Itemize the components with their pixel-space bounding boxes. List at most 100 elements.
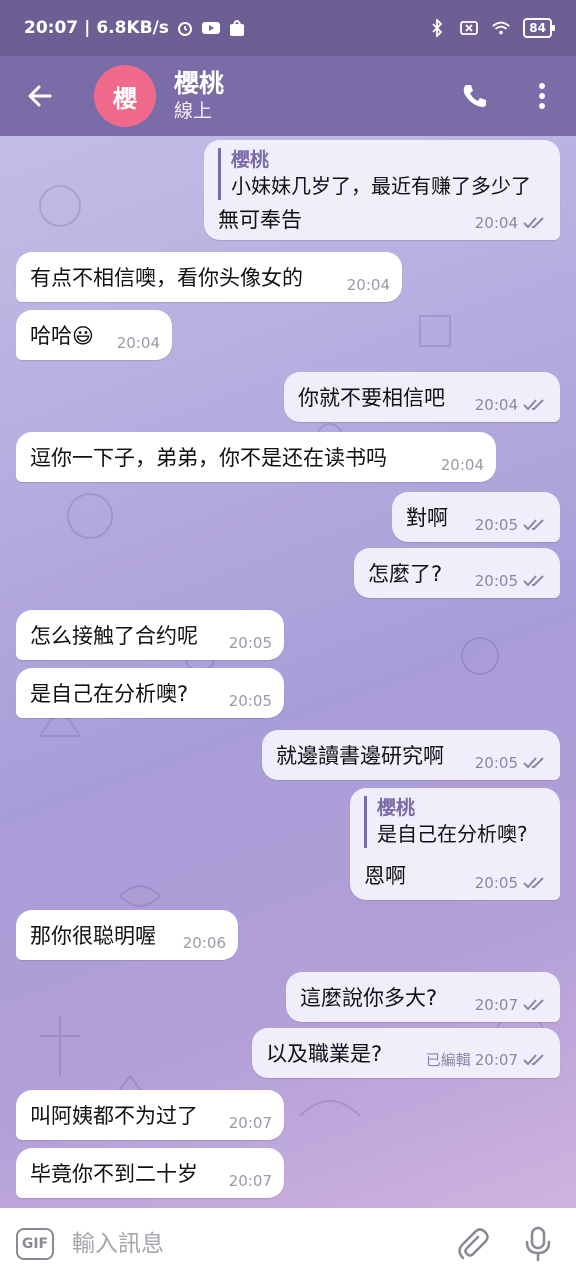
alarm-icon <box>175 19 195 37</box>
message-meta: 20:04 <box>441 456 484 474</box>
composer-bar: GIF <box>0 1208 576 1280</box>
message-meta: 20:06 <box>183 934 226 952</box>
message-bubble-incoming[interactable]: 那你很聪明喔 20:06 <box>16 910 238 960</box>
message-text: 毕竟你不到二十岁 <box>30 1162 198 1186</box>
message-meta: 20:05 <box>475 572 548 590</box>
battery-indicator: 84 <box>523 18 555 38</box>
message-time: 20:04 <box>116 334 160 352</box>
message-bubble-incoming[interactable]: 有点不相信噢，看你头像女的 20:04 <box>16 252 402 302</box>
status-time: 20:07 <box>24 18 79 38</box>
double-check-icon <box>522 997 548 1013</box>
message-meta: 20:04 <box>117 334 160 352</box>
double-check-icon <box>522 517 548 533</box>
message-time: 20:07 <box>228 1172 272 1190</box>
message-time: 20:05 <box>228 634 272 652</box>
message-bubble-outgoing[interactable]: 這麼說你多大? 20:07 <box>286 972 560 1022</box>
message-time: 20:05 <box>228 692 272 710</box>
arrow-left-icon <box>28 85 52 107</box>
contact-info[interactable]: 櫻桃 線上 <box>174 69 224 123</box>
message-bubble-incoming[interactable]: 怎么接触了合约呢 20:05 <box>16 610 284 660</box>
double-check-icon <box>522 1052 548 1068</box>
avatar[interactable]: 櫻 <box>94 65 156 127</box>
message-text: 你就不要相信吧 <box>298 386 445 410</box>
double-check-icon <box>522 875 548 891</box>
reply-quote[interactable]: 櫻桃 是自己在分析噢? <box>364 796 528 848</box>
message-time: 20:05 <box>474 572 518 590</box>
message-time: 20:07 <box>474 1050 518 1069</box>
message-text: 對啊 <box>406 506 448 530</box>
message-time: 20:04 <box>440 456 484 474</box>
message-meta: 20:05 <box>475 516 548 534</box>
message-time: 20:04 <box>474 396 518 414</box>
phone-icon <box>463 85 486 107</box>
message-time: 20:07 <box>474 996 518 1014</box>
message-meta: 20:07 <box>229 1114 272 1132</box>
contact-name: 櫻桃 <box>174 69 225 98</box>
double-check-icon <box>522 755 548 771</box>
gif-button[interactable]: GIF <box>16 1228 54 1260</box>
message-meta: 20:05 <box>475 754 548 772</box>
microphone-icon <box>525 1226 551 1262</box>
message-meta: 20:05 <box>475 874 548 892</box>
youtube-icon <box>201 19 221 37</box>
message-bubble-incoming[interactable]: 毕竟你不到二十岁 20:07 <box>16 1148 284 1198</box>
message-bubble-incoming[interactable]: 哈哈😃 20:04 <box>16 310 172 360</box>
message-text: 叫阿姨都不为过了 <box>30 1104 198 1128</box>
message-time: 20:07 <box>228 1114 272 1132</box>
double-check-icon <box>522 573 548 589</box>
message-text: 就邊讀書邊研究啊 <box>276 744 444 768</box>
edited-label: 已編輯 <box>425 1051 471 1069</box>
message-time: 20:04 <box>474 214 518 232</box>
message-meta: 20:07 <box>475 996 548 1014</box>
message-meta: 20:05 <box>229 634 272 652</box>
message-time: 20:05 <box>474 516 518 534</box>
message-meta: 20:04 <box>475 214 548 232</box>
message-text: 以及職業是? <box>266 1042 383 1066</box>
message-meta: 20:04 <box>347 276 390 294</box>
message-time: 20:06 <box>182 934 226 952</box>
double-check-icon <box>522 397 548 413</box>
reply-sender: 櫻桃 <box>377 797 416 819</box>
message-time: 20:05 <box>474 874 518 892</box>
message-text: 哈哈😃 <box>30 324 94 348</box>
message-bubble-incoming[interactable]: 逗你一下子，弟弟，你不是还在读书吗 20:04 <box>16 432 496 482</box>
contact-status: 線上 <box>174 100 213 122</box>
message-bubble-outgoing[interactable]: 櫻桃 是自己在分析噢? 恩啊 20:05 <box>350 788 560 900</box>
message-time: 20:04 <box>346 276 390 294</box>
attach-button[interactable] <box>450 1222 494 1266</box>
message-list[interactable]: 櫻桃 小妹妹几岁了，最近有赚了多少了 無可奉告 20:04 有点不相信噢，看你头… <box>0 136 576 1208</box>
shopping-bag-icon <box>227 19 247 37</box>
back-button[interactable] <box>0 56 80 136</box>
message-meta: 已編輯 20:07 <box>426 1049 548 1070</box>
message-bubble-incoming[interactable]: 叫阿姨都不为过了 20:07 <box>16 1090 284 1140</box>
message-text: 有点不相信噢，看你头像女的 <box>30 266 303 290</box>
call-button[interactable] <box>440 56 508 136</box>
reply-text: 小妹妹几岁了，最近有赚了多少了 <box>231 174 531 198</box>
message-text: 恩啊 <box>364 864 406 888</box>
message-text: 逗你一下子，弟弟，你不是还在读书吗 <box>30 446 387 470</box>
message-bubble-incoming[interactable]: 是自己在分析噢? 20:05 <box>16 668 284 718</box>
message-text: 怎麼了? <box>368 562 443 586</box>
message-bubble-outgoing[interactable]: 你就不要相信吧 20:04 <box>284 372 560 422</box>
bluetooth-icon <box>427 19 447 37</box>
message-meta: 20:07 <box>229 1172 272 1190</box>
message-bubble-outgoing[interactable]: 櫻桃 小妹妹几岁了，最近有赚了多少了 無可奉告 20:04 <box>204 140 560 240</box>
message-text: 無可奉告 <box>218 208 302 232</box>
more-options-button[interactable] <box>508 56 576 136</box>
reply-sender: 櫻桃 <box>231 149 270 171</box>
message-bubble-outgoing[interactable]: 對啊 20:05 <box>392 492 560 542</box>
message-bubble-outgoing[interactable]: 以及職業是? 已編輯 20:07 <box>252 1028 560 1078</box>
voice-message-button[interactable] <box>516 1222 560 1266</box>
message-bubble-outgoing[interactable]: 怎麼了? 20:05 <box>354 548 560 598</box>
message-input[interactable] <box>72 1231 432 1257</box>
wifi-icon <box>491 19 511 37</box>
status-net-speed: 6.8KB/s <box>96 18 169 38</box>
chat-header: 櫻 櫻桃 線上 <box>0 56 576 136</box>
message-meta: 20:05 <box>229 692 272 710</box>
message-text: 是自己在分析噢? <box>30 682 189 706</box>
reply-quote[interactable]: 櫻桃 小妹妹几岁了，最近有赚了多少了 <box>218 148 531 200</box>
paperclip-icon <box>458 1228 489 1260</box>
more-vertical-icon <box>539 83 545 109</box>
message-time: 20:05 <box>474 754 518 772</box>
message-bubble-outgoing[interactable]: 就邊讀書邊研究啊 20:05 <box>262 730 560 780</box>
